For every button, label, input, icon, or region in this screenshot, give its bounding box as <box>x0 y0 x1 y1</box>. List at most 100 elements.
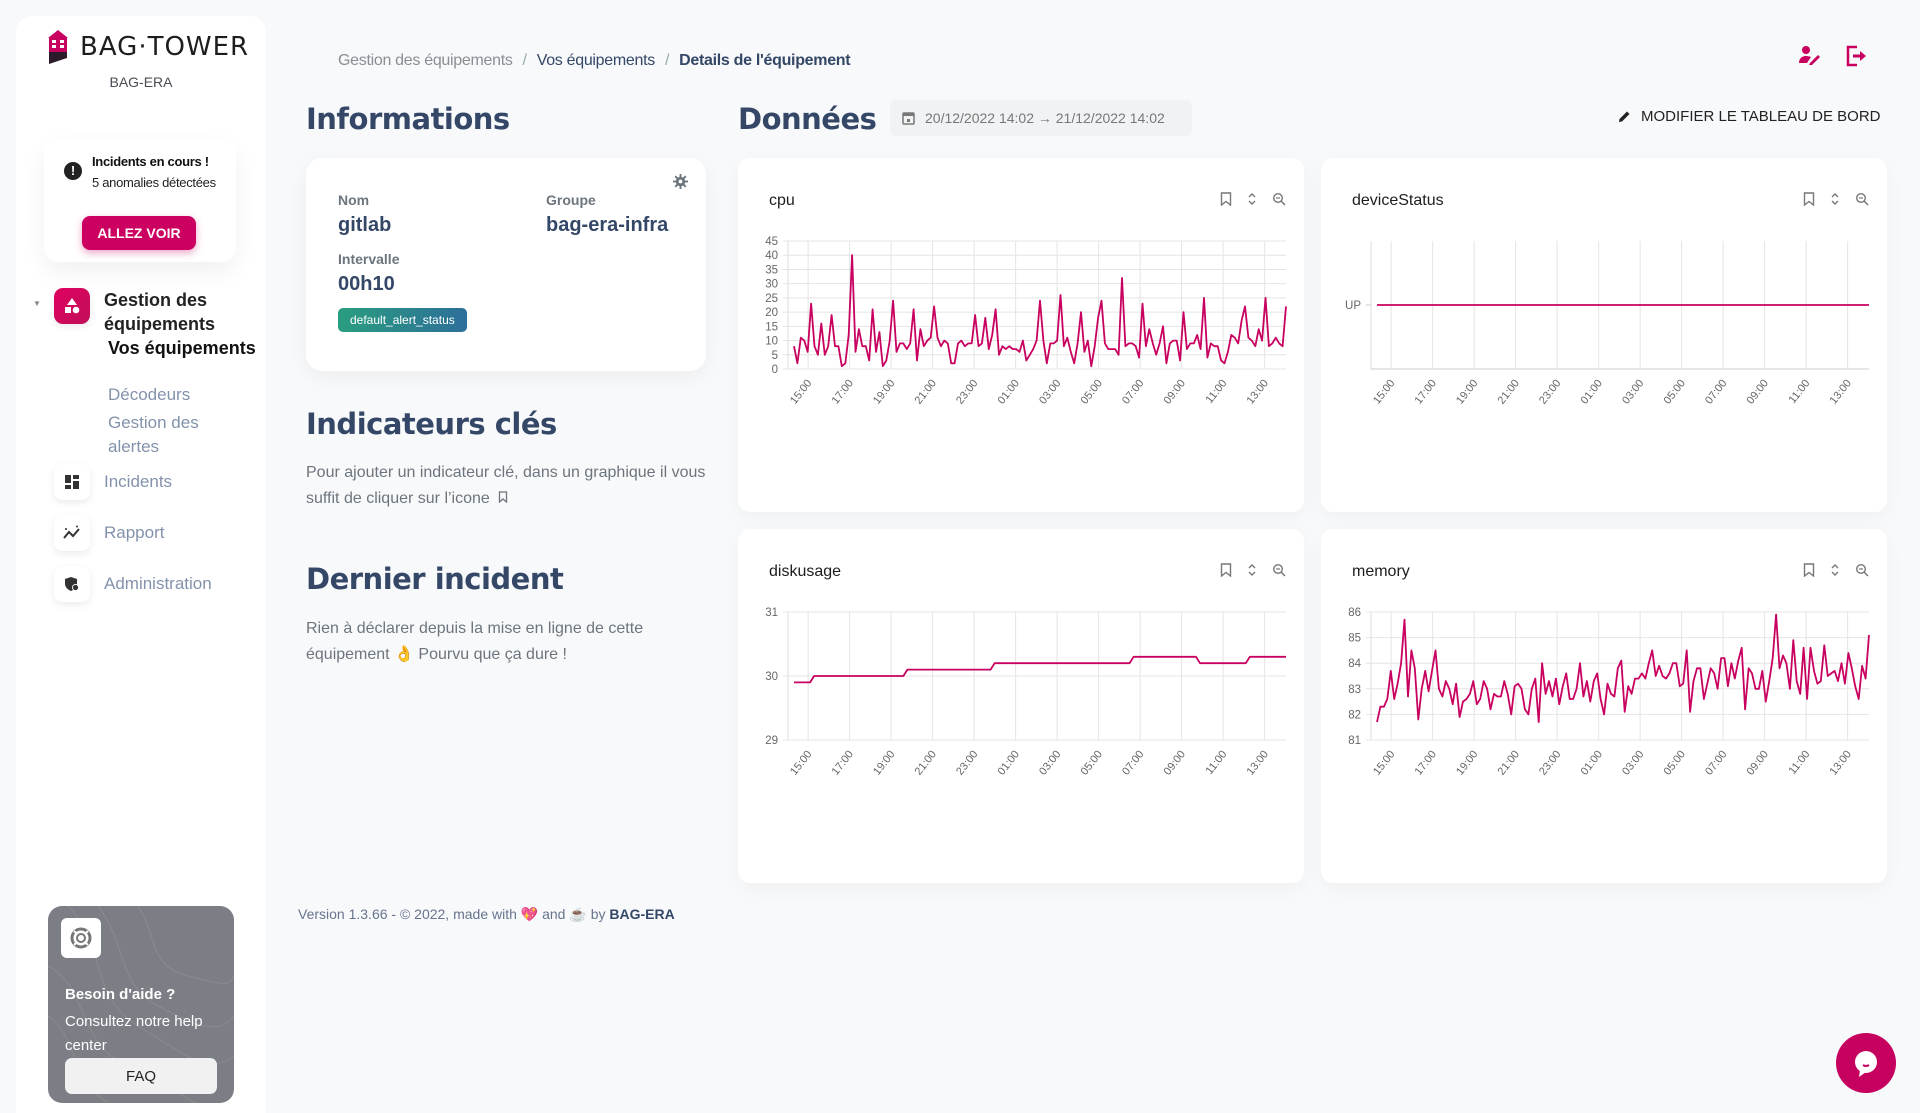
x-tick-label: 19:00 <box>1454 377 1480 406</box>
sidebar-item-administration[interactable]: Administration <box>54 566 212 602</box>
breadcrumb-item[interactable]: Vos équipements <box>537 52 656 70</box>
lifebuoy-icon <box>61 918 101 958</box>
alert-status-badge: default_alert_status <box>338 308 467 332</box>
groupe-value: bag-era-infra <box>546 214 669 236</box>
x-tick-label: 13:00 <box>1828 377 1854 406</box>
footer-text: and <box>542 906 566 922</box>
y-tick-label: 40 <box>765 250 778 262</box>
pencil-icon <box>1619 111 1630 122</box>
x-tick-label: 11:00 <box>1787 748 1813 776</box>
x-tick-label: 17:00 <box>830 377 856 406</box>
x-tick-label: 05:00 <box>1662 748 1688 777</box>
informations-heading: Informations <box>306 102 510 136</box>
footer-brand-link[interactable]: BAG-ERA <box>609 906 674 922</box>
y-tick-label: 29 <box>765 735 778 747</box>
x-tick-label: 15:00 <box>788 377 814 406</box>
breadcrumb-item[interactable]: Gestion des équipements <box>338 52 513 70</box>
date-range-value: 20/12/2022 14:02 → 21/12/2022 14:02 <box>925 110 1165 126</box>
x-tick-label: 21:00 <box>913 377 939 406</box>
x-tick-label: 17:00 <box>830 748 856 777</box>
chart-plot-diskusage[interactable]: 15:00 17:00 19:00 21:00 23:00 01:00 03:00 05:00… <box>738 529 1304 883</box>
help-title: Besoin d'aide ? <box>65 986 176 1003</box>
incident-subtitle: 5 anomalies détectées <box>92 175 216 190</box>
x-tick-label: 03:00 <box>1620 377 1646 406</box>
nom-label: Nom <box>338 192 370 208</box>
allez-voir-button[interactable]: ALLEZ VOIR <box>82 216 196 250</box>
edit-profile-icon[interactable] <box>1798 45 1820 70</box>
x-tick-label: 09:00 <box>1162 748 1188 777</box>
x-tick-label: 01:00 <box>1579 748 1605 777</box>
x-tick-label: 07:00 <box>1703 748 1729 777</box>
x-tick-label: 09:00 <box>1745 748 1771 777</box>
chart-plot-devicestatus[interactable]: 15:00 17:00 19:00 21:00 23:00 01:00 03:00 05:00… <box>1321 158 1887 512</box>
footer-text: Version 1.3.66 - © 2022, made with <box>298 906 517 922</box>
chart-card-diskusage: diskusage 15:00 17:00 19:00 21:00 23:00 01:00 0… <box>738 529 1304 883</box>
series-line-cpu <box>793 254 1287 368</box>
y-tick-label: 30 <box>765 279 778 291</box>
sidebar-item-decodeurs[interactable]: Décodeurs <box>108 385 190 405</box>
bookmark-icon <box>499 491 508 504</box>
chat-bubble-icon <box>1855 1051 1877 1077</box>
logo[interactable]: BAG·TOWER <box>46 30 249 64</box>
y-tick-label: 0 <box>772 364 778 376</box>
faq-button[interactable]: FAQ <box>65 1058 217 1094</box>
x-tick-label: 13:00 <box>1245 377 1271 406</box>
y-tick-label: 84 <box>1348 658 1361 670</box>
breadcrumb: Gestion des équipements / Vos équipement… <box>338 52 851 70</box>
tower-logo-icon <box>48 30 68 64</box>
gear-icon[interactable] <box>673 174 688 194</box>
nav-item-label: Rapport <box>104 523 165 542</box>
y-tick-label: 31 <box>765 607 778 619</box>
help-text: Consultez notre help center <box>65 1013 203 1054</box>
chat-button[interactable] <box>1836 1033 1896 1093</box>
y-tick-label: 82 <box>1348 709 1361 721</box>
x-tick-label: 09:00 <box>1162 377 1188 406</box>
logout-icon[interactable] <box>1845 45 1867 72</box>
x-tick-label: 05:00 <box>1079 377 1105 406</box>
modify-dashboard-label: MODIFIER LE TABLEAU DE BORD <box>1641 108 1881 125</box>
shield-user-icon <box>54 566 90 602</box>
collapse-caret-icon[interactable]: ▼ <box>33 299 41 308</box>
breadcrumb-current: Details de l'équipement <box>679 52 851 69</box>
footer-version: Version 1.3.66 - © 2022, made with 💖 and… <box>298 906 675 923</box>
nav-gestion-equipements[interactable]: Gestion des équipements <box>54 288 234 336</box>
x-tick-label: 19:00 <box>871 748 897 777</box>
dashboard-icon <box>54 464 90 500</box>
incident-alert-box: ! Incidents en cours ! 5 anomalies détec… <box>44 138 236 262</box>
x-tick-label: 15:00 <box>788 748 814 777</box>
modify-dashboard-button[interactable]: MODIFIER LE TABLEAU DE BORD <box>1618 108 1881 125</box>
y-tick-label: 20 <box>765 307 778 319</box>
incident-title: Incidents en cours ! <box>92 154 209 169</box>
calendar-icon <box>902 112 915 125</box>
y-tick-label: 85 <box>1348 633 1361 645</box>
y-tick-label: 83 <box>1348 684 1361 696</box>
x-tick-label: 17:00 <box>1413 377 1439 406</box>
footer-text: by <box>590 906 606 922</box>
chart-plot-memory[interactable]: 15:00 17:00 19:00 21:00 23:00 01:00 03:00 05:00… <box>1321 529 1887 883</box>
date-range-picker[interactable]: 20/12/2022 14:02 → 21/12/2022 14:02 <box>890 100 1192 136</box>
series-line-diskusage <box>794 655 1286 684</box>
breadcrumb-separator: / <box>522 52 527 69</box>
x-tick-label: 21:00 <box>1496 377 1522 406</box>
x-tick-label: 01:00 <box>1579 377 1605 406</box>
alert-icon: ! <box>64 162 82 180</box>
x-tick-label: 09:00 <box>1745 377 1771 406</box>
series-line-memory <box>1376 613 1870 724</box>
sidebar-item-vos-equipements[interactable]: Vos équipements <box>108 338 258 359</box>
x-tick-label: 21:00 <box>913 748 939 777</box>
chart-plot-cpu[interactable]: 15:00 17:00 19:00 21:00 23:00 01:00 03:00 05:00… <box>738 158 1304 512</box>
x-tick-label: 03:00 <box>1037 377 1063 406</box>
chart-card-memory: memory 15:00 17:00 19:00 21:00 23:00 01:00 03:0… <box>1321 529 1887 883</box>
sidebar-item-rapport[interactable]: Rapport <box>54 515 164 551</box>
y-tick-label: 86 <box>1348 607 1361 619</box>
sidebar-item-gestion-alertes[interactable]: Gestion des alertes <box>108 411 208 459</box>
help-box: Besoin d'aide ? Consultez notre help cen… <box>48 906 234 1103</box>
x-tick-label: 23:00 <box>954 377 980 406</box>
sidebar-item-incidents[interactable]: Incidents <box>54 464 172 500</box>
y-tick-label: 45 <box>765 236 778 248</box>
nav-main-label: Gestion des équipements <box>104 290 216 334</box>
y-tick-label: 25 <box>765 293 778 305</box>
indicateurs-text: Pour ajouter un indicateur clé, dans un … <box>306 460 726 512</box>
y-tick-label: 5 <box>772 350 778 362</box>
x-tick-label: 01:00 <box>996 748 1022 777</box>
